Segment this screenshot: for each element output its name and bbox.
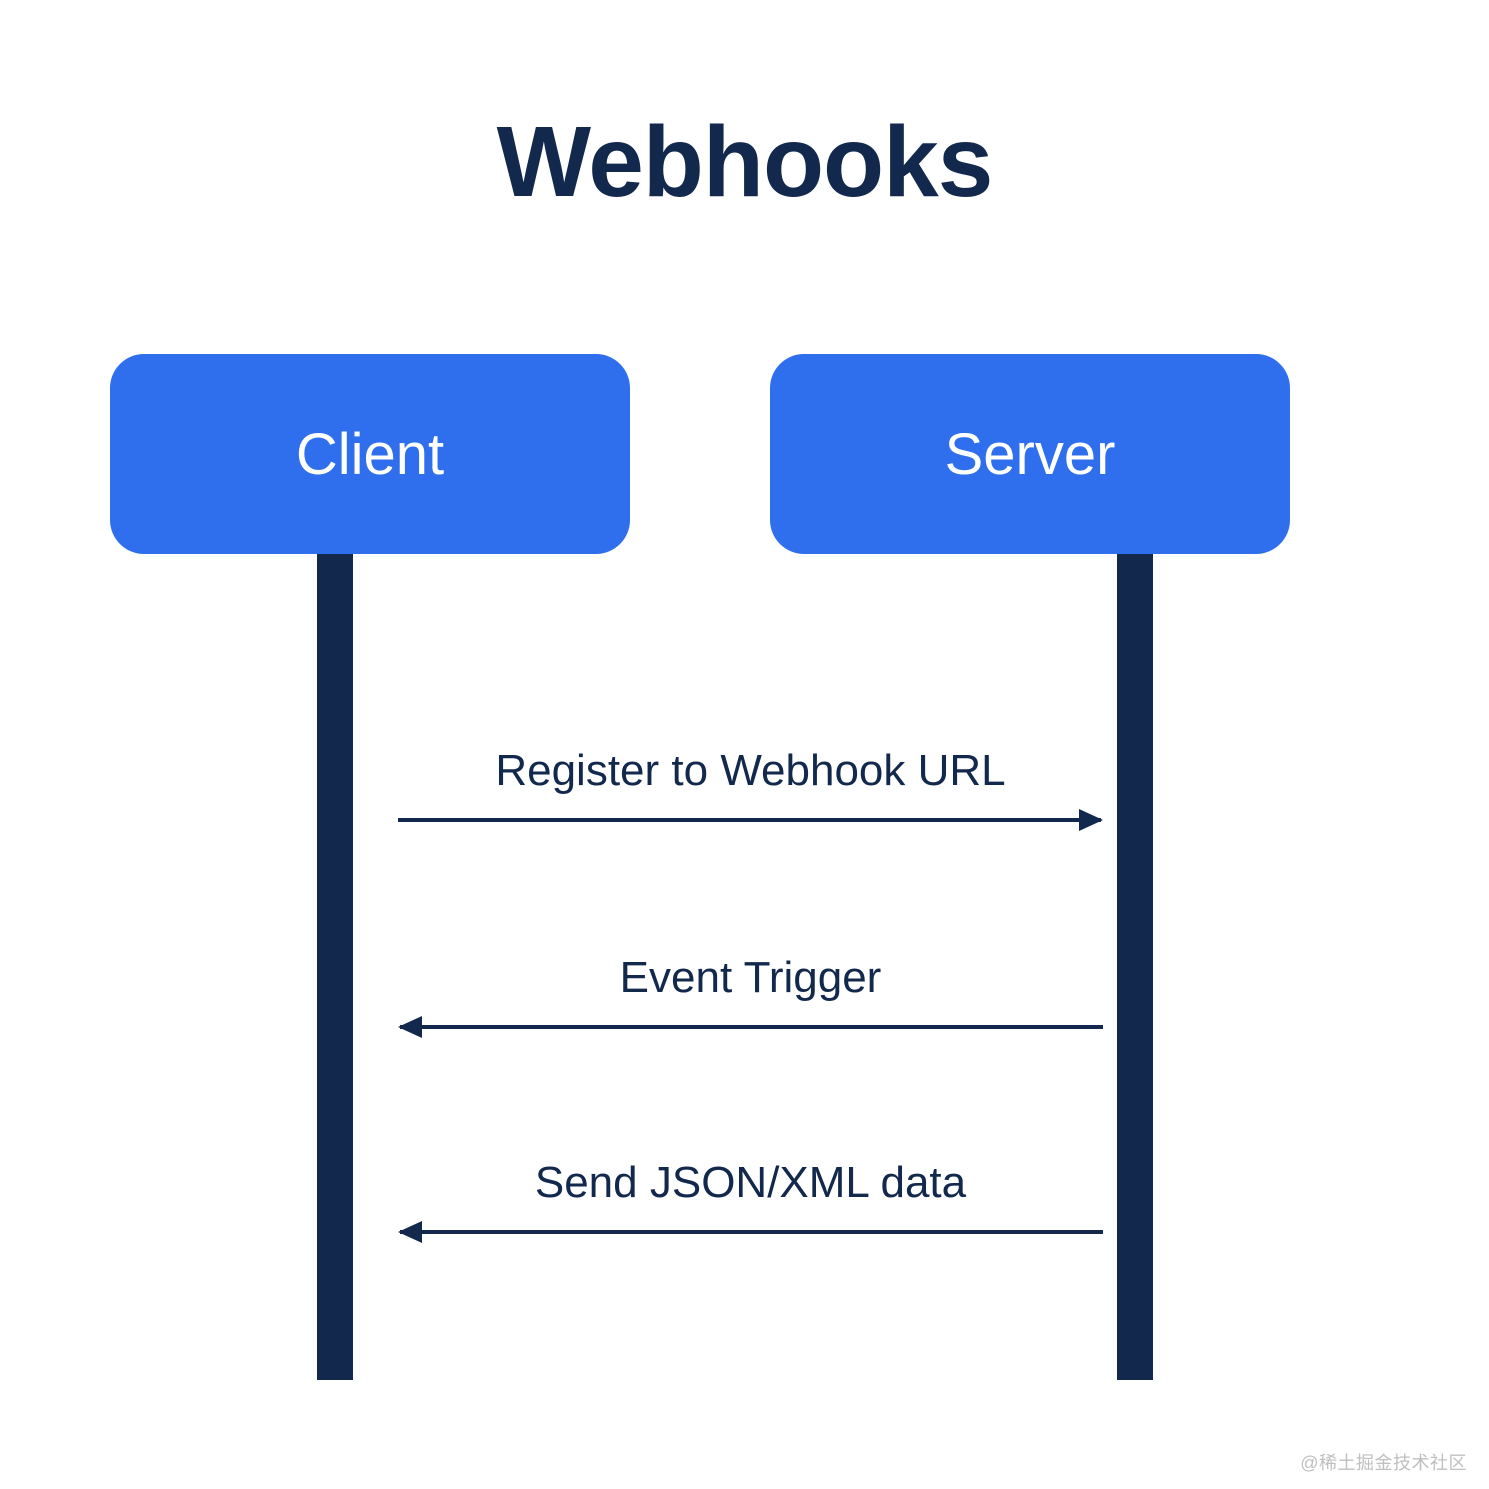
diagram-title: Webhooks: [0, 105, 1489, 220]
client-node: Client: [110, 354, 630, 554]
message-arrow-event-trigger: [398, 1012, 1103, 1042]
message-label-send-data: Send JSON/XML data: [398, 1158, 1103, 1208]
server-node-label: Server: [945, 421, 1116, 488]
message-label-event-trigger: Event Trigger: [398, 953, 1103, 1003]
watermark-text: @稀土掘金技术社区: [1300, 1449, 1467, 1475]
message-label-register: Register to Webhook URL: [398, 746, 1103, 796]
client-node-label: Client: [296, 421, 444, 488]
server-lifeline: [1117, 554, 1153, 1380]
message-arrow-send-data: [398, 1217, 1103, 1247]
server-node: Server: [770, 354, 1290, 554]
message-arrow-register: [398, 805, 1103, 835]
client-lifeline: [317, 554, 353, 1380]
